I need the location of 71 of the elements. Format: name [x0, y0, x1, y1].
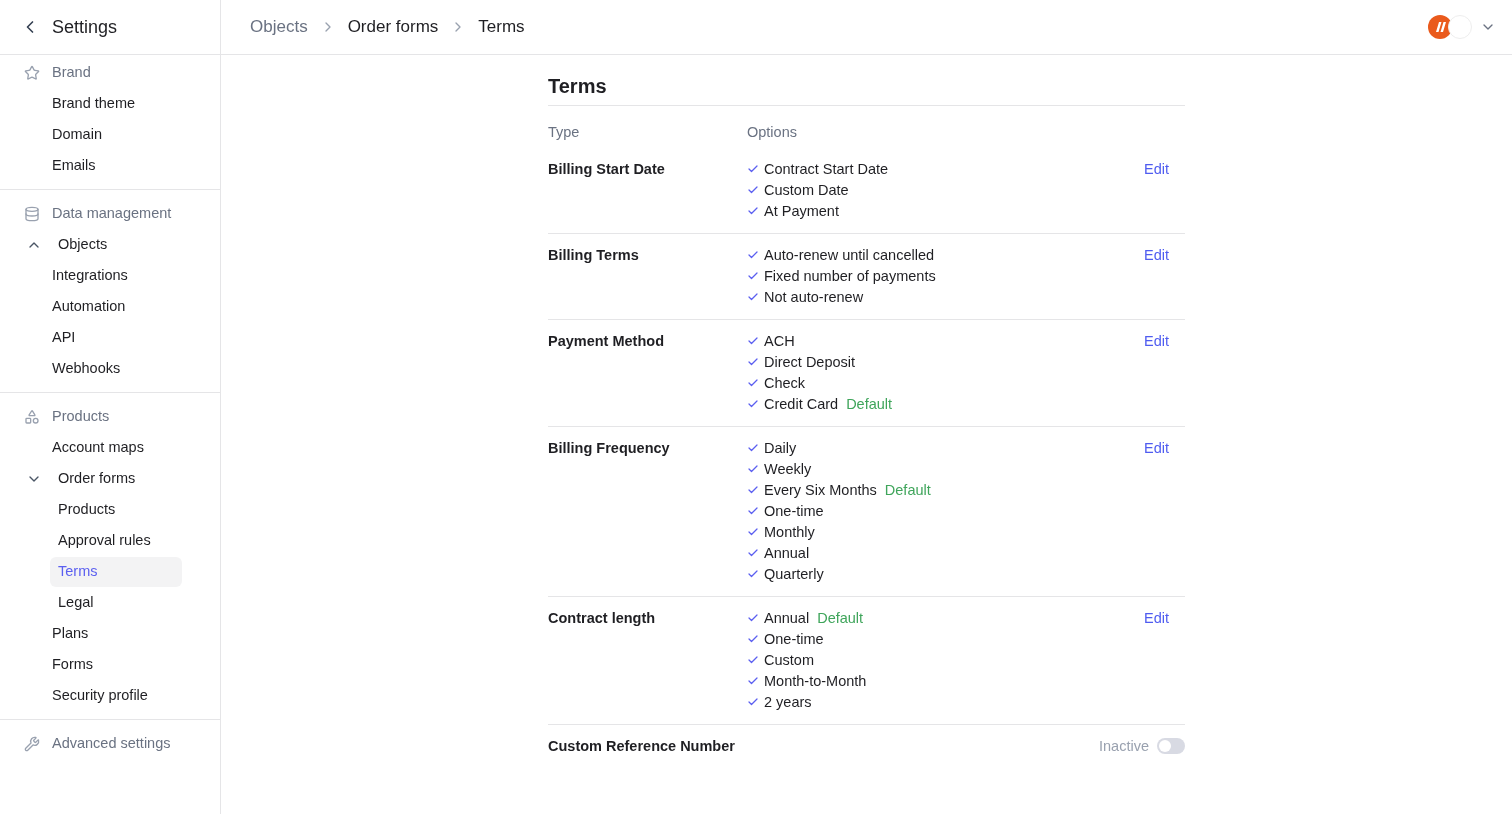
term-type: Billing Start Date [548, 159, 666, 179]
column-header: Options [747, 123, 797, 142]
option-label: Custom [764, 650, 814, 670]
edit-link[interactable]: Edit [1144, 244, 1169, 266]
option-label: One-time [764, 501, 824, 521]
sidebar-item[interactable]: Forms [44, 649, 176, 680]
sidebar-item[interactable]: Domain [44, 119, 176, 150]
section-heading: Brand [52, 62, 91, 82]
option-label: Quarterly [764, 564, 824, 584]
option-label: Check [764, 373, 806, 393]
option-label: Weekly [764, 459, 812, 479]
breadcrumb-link[interactable]: Order forms [347, 14, 439, 40]
page-title: Terms [548, 71, 1185, 106]
sidebar-item[interactable]: Products [50, 494, 182, 525]
option-label: Contract Start Date [764, 159, 889, 179]
section-heading: Data management [52, 203, 172, 223]
edit-link[interactable]: Edit [1144, 158, 1169, 180]
option-label: Custom Date [764, 180, 849, 200]
option-label: Direct Deposit [764, 352, 856, 372]
option-label: Monthly [764, 522, 815, 542]
breadcrumb-link[interactable]: Objects [250, 14, 308, 40]
section-icon [24, 735, 40, 752]
default-tag: Default [884, 479, 931, 501]
section-icon [24, 408, 40, 425]
option-label: 2 years [764, 692, 812, 712]
sidebar-item[interactable]: Objects [50, 229, 182, 260]
logo-avatar-icon[interactable] [1428, 15, 1452, 39]
option-label: Auto-renew until cancelled [764, 245, 935, 265]
term-type: Payment Method [548, 331, 665, 351]
edit-link[interactable]: Edit [1144, 437, 1169, 459]
column-header: Type [548, 123, 581, 142]
sidebar-item[interactable]: API [44, 322, 176, 353]
option-label: ACH [764, 331, 795, 351]
option-label: Annual [764, 543, 810, 563]
sidebar-item[interactable]: Plans [44, 618, 176, 649]
toggle-switch[interactable] [1157, 738, 1185, 755]
option-label: Daily [764, 438, 797, 458]
option-label: Month-to-Month [764, 671, 867, 691]
term-type: Billing Frequency [548, 438, 671, 458]
sidebar-item[interactable]: Approval rules [50, 525, 182, 556]
sidebar-item[interactable]: Account maps [44, 432, 176, 463]
sidebar-item[interactable]: Security profile [44, 680, 176, 711]
option-label: At Payment [764, 201, 839, 221]
sidebar-item[interactable]: Legal [50, 587, 182, 618]
option-label: Fixed number of payments [764, 266, 936, 286]
status-label: Inactive [1099, 736, 1149, 756]
section-icon [24, 64, 40, 81]
sidebar-item[interactable]: Terms [50, 556, 182, 587]
option-label: Annual [764, 608, 810, 628]
sidebar-item[interactable]: Webhooks [44, 353, 176, 384]
sidebar-item[interactable]: Order forms [50, 463, 182, 494]
sidebar-item[interactable]: Integrations [44, 260, 176, 291]
option-label: One-time [764, 629, 824, 649]
section-heading: Advanced settings [52, 733, 171, 753]
term-type: Billing Terms [548, 245, 640, 265]
edit-link[interactable]: Edit [1144, 607, 1169, 629]
sidebar-item[interactable]: Emails [44, 150, 176, 181]
term-type: Custom Reference Number [548, 736, 736, 756]
sidebar-title: Settings [52, 15, 118, 39]
term-type: Contract length [548, 608, 657, 628]
option-label: Not auto-renew [764, 287, 864, 307]
breadcrumb-link[interactable]: Terms [478, 14, 525, 40]
option-label: Credit Card [764, 394, 839, 414]
section-icon [24, 205, 40, 222]
option-label: Every Six Months [764, 480, 877, 500]
edit-link[interactable]: Edit [1144, 330, 1169, 352]
default-tag: Default [846, 393, 893, 415]
sidebar-item[interactable]: Brand theme [44, 88, 176, 119]
section-heading: Products [52, 406, 110, 426]
default-tag: Default [817, 607, 864, 629]
sidebar-item[interactable]: Automation [44, 291, 176, 322]
